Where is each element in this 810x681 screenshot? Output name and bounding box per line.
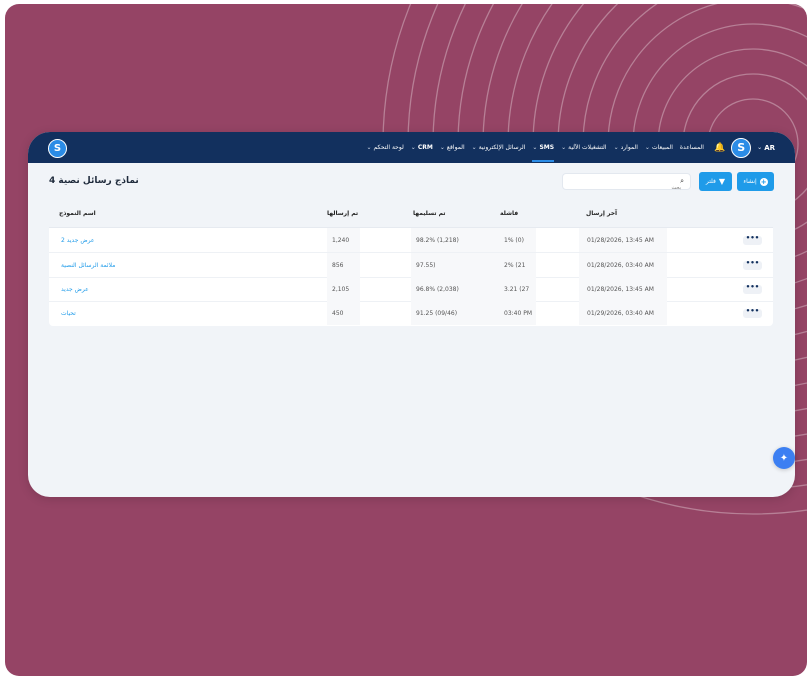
user-avatar[interactable]: S	[731, 137, 752, 158]
failed-cell: 03:40 PM	[500, 301, 536, 325]
table-header: اسم النموذج تم إرسالها تم تسليمها فاشلة …	[49, 203, 773, 228]
bell-icon[interactable]: 🔔	[714, 143, 725, 153]
header-delivered[interactable]: تم تسليمها	[413, 210, 446, 217]
page-title: نماذج رسائل نصية 4	[49, 176, 139, 186]
chevron-down-icon: ⌄	[757, 144, 763, 151]
nav-crm[interactable]: CRM ⌄	[411, 132, 433, 163]
header-last-sent[interactable]: آخر إرسال	[586, 210, 617, 217]
top-navbar: AR ⌄ S 🔔 المساعدة المبيعات ⌄ الموارد ⌄ الت…	[28, 132, 795, 163]
nav-label: المواقع	[446, 144, 465, 151]
sparkle-icon: ✦	[779, 452, 789, 464]
chevron-down-icon: ⌄	[410, 144, 416, 151]
nav-sales[interactable]: المبيعات ⌄	[645, 132, 673, 163]
row-actions-button[interactable]: •••	[743, 284, 762, 294]
table-row[interactable]: عرض جديد 2,105 96.8% (2,038) 3.21 (27 01…	[49, 277, 773, 302]
search-icon[interactable]: ⌕	[680, 177, 684, 186]
nav-dashboard[interactable]: لوحة التحكم ⌄	[367, 132, 404, 163]
template-name-link[interactable]: عرض جديد 2	[61, 228, 94, 252]
header-failed[interactable]: فاشلة	[500, 210, 518, 217]
nav-help[interactable]: المساعدة	[680, 132, 704, 163]
chevron-down-icon: ⌄	[439, 144, 445, 151]
nav-label: لوحة التحكم	[373, 144, 404, 151]
nav-emails[interactable]: الرسائل الإلكترونية ⌄	[472, 132, 526, 163]
delivered-cell: 97.55)	[411, 253, 501, 277]
template-name-link[interactable]: ملائمة الرسائل النصية	[61, 253, 115, 277]
sent-cell: 856	[327, 253, 360, 277]
plus-icon: +	[759, 177, 768, 186]
filter-label: فلتر	[705, 178, 716, 185]
row-actions-button[interactable]: •••	[743, 308, 762, 318]
filter-button[interactable]: فلتر ▼	[699, 172, 732, 191]
nav-label: CRM	[417, 144, 433, 151]
sent-cell: 450	[327, 301, 360, 325]
last-sent-cell: 01/28/2026, 03:40 AM	[579, 253, 667, 277]
nav-sms[interactable]: SMS ⌄	[532, 132, 554, 163]
create-label: إنشاء	[743, 178, 757, 185]
nav-automations[interactable]: التشغيلات الآلية ⌄	[561, 132, 606, 163]
table-row[interactable]: ملائمة الرسائل النصية 856 97.55) 2% (21 …	[49, 253, 773, 278]
chevron-down-icon: ⌄	[366, 144, 372, 151]
language-label: AR	[764, 143, 775, 152]
ai-assistant-button[interactable]: ✦	[773, 447, 795, 469]
chevron-down-icon: ⌄	[532, 144, 538, 151]
page-background: AR ⌄ S 🔔 المساعدة المبيعات ⌄ الموارد ⌄ الت…	[5, 4, 807, 676]
language-switcher[interactable]: AR ⌄	[757, 144, 775, 152]
nav-label: SMS	[539, 144, 555, 151]
row-actions-button[interactable]: •••	[743, 260, 762, 270]
app-window: AR ⌄ S 🔔 المساعدة المبيعات ⌄ الموارد ⌄ الت…	[28, 132, 795, 497]
row-actions-button[interactable]: •••	[743, 235, 762, 245]
table-row[interactable]: تحيات 450 91.25 (09/46) 03:40 PM 01/29/2…	[49, 301, 773, 325]
nav-sites[interactable]: المواقع ⌄	[440, 132, 465, 163]
template-name-link[interactable]: عرض جديد	[61, 277, 89, 301]
chevron-down-icon: ⌄	[471, 144, 477, 151]
nav-label: الموارد	[620, 144, 638, 151]
app-logo[interactable]: S	[48, 139, 67, 158]
sent-cell: 2,105	[327, 277, 360, 301]
nav-label: المبيعات	[651, 144, 673, 151]
nav-label: المساعدة	[679, 144, 704, 151]
table-row[interactable]: عرض جديد 2 1,240 98.2% (1,218) 1% (0) 01…	[49, 228, 773, 253]
failed-cell: 2% (21	[500, 253, 536, 277]
chevron-down-icon: ⌄	[613, 144, 619, 151]
last-sent-cell: 01/28/2026, 13:45 AM	[579, 277, 667, 301]
header-name[interactable]: اسم النموذج	[59, 210, 96, 217]
nav-label: الرسائل الإلكترونية	[478, 144, 526, 151]
nav-resources[interactable]: الموارد ⌄	[614, 132, 638, 163]
search-input[interactable]	[567, 180, 685, 196]
template-name-link[interactable]: تحيات	[61, 301, 76, 325]
create-button[interactable]: إنشاء +	[737, 172, 774, 191]
main-nav: المساعدة المبيعات ⌄ الموارد ⌄ التشغيلات ال…	[367, 132, 704, 163]
delivered-cell: 98.2% (1,218)	[411, 228, 501, 252]
funnel-icon: ▼	[718, 177, 726, 186]
chevron-down-icon: ⌄	[561, 144, 567, 151]
delivered-cell: 91.25 (09/46)	[411, 301, 501, 325]
failed-cell: 1% (0)	[500, 228, 536, 252]
search-box: ⌕	[562, 173, 691, 196]
delivered-cell: 96.8% (2,038)	[411, 277, 501, 301]
header-sent[interactable]: تم إرسالها	[327, 210, 358, 217]
last-sent-cell: 01/28/2026, 13:45 AM	[579, 228, 667, 252]
nav-label: التشغيلات الآلية	[568, 144, 607, 151]
templates-table: اسم النموذج تم إرسالها تم تسليمها فاشلة …	[49, 203, 773, 326]
failed-cell: 3.21 (27	[500, 277, 536, 301]
sent-cell: 1,240	[327, 228, 360, 252]
chevron-down-icon: ⌄	[644, 144, 650, 151]
last-sent-cell: 01/29/2026, 03:40 AM	[579, 301, 667, 325]
